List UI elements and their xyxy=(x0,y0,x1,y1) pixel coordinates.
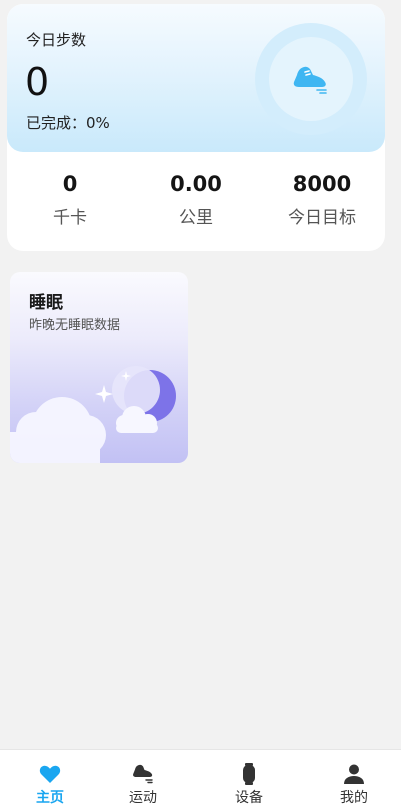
stat-distance-value: 0.00 xyxy=(170,172,222,196)
steps-card[interactable]: 今日步数 0 已完成：0% 0 千卡 0.00 公里 8000 今日目标 xyxy=(7,4,385,251)
stat-goal: 8000 今日目标 xyxy=(259,169,385,229)
steps-completion: 已完成：0% xyxy=(26,114,110,132)
nav-item-device[interactable]: 设备 xyxy=(199,750,299,808)
nav-label-profile: 我的 xyxy=(340,790,368,806)
stat-calories-value: 0 xyxy=(62,172,78,196)
stat-goal-label: 今日目标 xyxy=(288,208,356,228)
sleep-card[interactable]: 睡眠 昨晚无睡眠数据 xyxy=(10,272,188,463)
nav-label-home: 主页 xyxy=(36,790,64,806)
stat-distance-label: 公里 xyxy=(179,208,213,228)
steps-stats: 0 千卡 0.00 公里 8000 今日目标 xyxy=(7,169,385,239)
running-shoe-icon xyxy=(293,66,327,94)
bottom-nav: 主页 运动 设备 我的 xyxy=(0,749,401,808)
nav-label-exercise: 运动 xyxy=(129,790,157,806)
stat-calories-label: 千卡 xyxy=(53,208,87,228)
watch-icon xyxy=(243,763,255,785)
steps-count: 0 xyxy=(25,60,50,104)
heart-icon xyxy=(39,765,61,783)
stat-calories: 0 千卡 xyxy=(7,169,133,229)
sleep-subtitle: 昨晚无睡眠数据 xyxy=(29,318,121,333)
person-icon xyxy=(344,764,364,784)
nav-label-device: 设备 xyxy=(235,790,263,806)
steps-summary: 今日步数 0 已完成：0% xyxy=(7,4,385,152)
nav-item-home[interactable]: 主页 xyxy=(0,750,100,808)
stat-distance: 0.00 公里 xyxy=(133,169,259,229)
nav-item-exercise[interactable]: 运动 xyxy=(93,750,193,808)
nav-item-profile[interactable]: 我的 xyxy=(304,750,401,808)
steps-label: 今日步数 xyxy=(26,31,87,49)
running-shoe-icon xyxy=(133,764,153,784)
stat-goal-value: 8000 xyxy=(292,172,352,196)
sleep-title: 睡眠 xyxy=(29,293,63,313)
